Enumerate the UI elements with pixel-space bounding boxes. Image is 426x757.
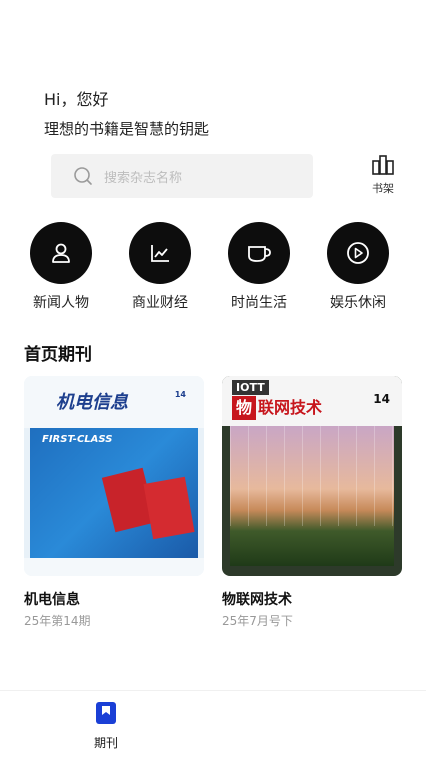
tab-periodicals[interactable]: 期刊 [76,701,136,751]
category-label: 时尚生活 [231,295,287,311]
cover-logo: IOTT [232,380,269,395]
magazine-issue: 25年7月号下 [222,614,293,628]
cover-banner: FIRST-CLASS [42,434,113,445]
section-title: 首页期刊 [24,345,92,365]
bookshelf-button[interactable]: 书架 [364,154,402,196]
category-icon-circle [30,222,92,284]
cover-footer [24,558,204,576]
category-icon-circle [129,222,191,284]
category-business[interactable]: 商业财经 [110,222,210,312]
cup-icon [248,246,271,262]
cover-artwork: FIRST-CLASS [30,428,198,558]
cover-book-image [143,476,195,540]
cover-issue-number: 14 [174,390,186,399]
magazine-card[interactable]: IOTT 物 联网技术 14 物联网技术 25年7月号下 [222,376,402,629]
magazine-title[interactable]: 物联网技术 [222,589,402,609]
magazine-issue: 25年第14期 [24,614,91,628]
magazine-cover[interactable]: 机电信息 14 FIRST-CLASS [24,376,204,576]
search-placeholder: 搜索杂志名称 [104,170,183,186]
magazine-card[interactable]: 机电信息 14 FIRST-CLASS 机电信息 25年第14期 [24,376,204,629]
tab-label: 期刊 [93,736,118,750]
cover-issue-number: 14 [373,392,390,406]
bookshelf-label: 书架 [372,182,394,195]
person-icon [52,243,70,263]
cover-masthead-first-char: 物 [232,396,256,420]
category-label: 商业财经 [132,295,188,311]
category-news-people[interactable]: 新闻人物 [11,222,111,312]
magazine-cover[interactable]: IOTT 物 联网技术 14 [222,376,402,576]
search-bar[interactable]: 搜索杂志名称 [51,154,313,198]
category-fashion-life[interactable]: 时尚生活 [209,222,309,312]
category-row: 新闻人物 商业财经 时尚生活 娱乐休闲 [0,222,426,317]
motto: 理想的书籍是智慧的钥匙 [44,120,210,138]
category-label: 新闻人物 [33,295,89,311]
line-chart-icon [151,245,169,262]
bookshelf-icon [372,155,394,175]
bottom-tab-bar: 期刊 [0,690,426,757]
play-icon [347,242,369,264]
category-icon-circle [327,222,389,284]
category-icon-circle [228,222,290,284]
cover-masthead: 联网技术 [258,398,323,417]
cover-masthead: 机电信息 [56,392,128,413]
search-icon [74,167,92,185]
category-label: 娱乐休闲 [330,295,386,311]
magazine-title[interactable]: 机电信息 [24,589,204,609]
category-entertainment[interactable]: 娱乐休闲 [308,222,408,312]
greeting: Hi，您好 [44,90,109,109]
bookmark-icon [96,702,116,724]
cover-greenhouse-frame [230,426,394,526]
